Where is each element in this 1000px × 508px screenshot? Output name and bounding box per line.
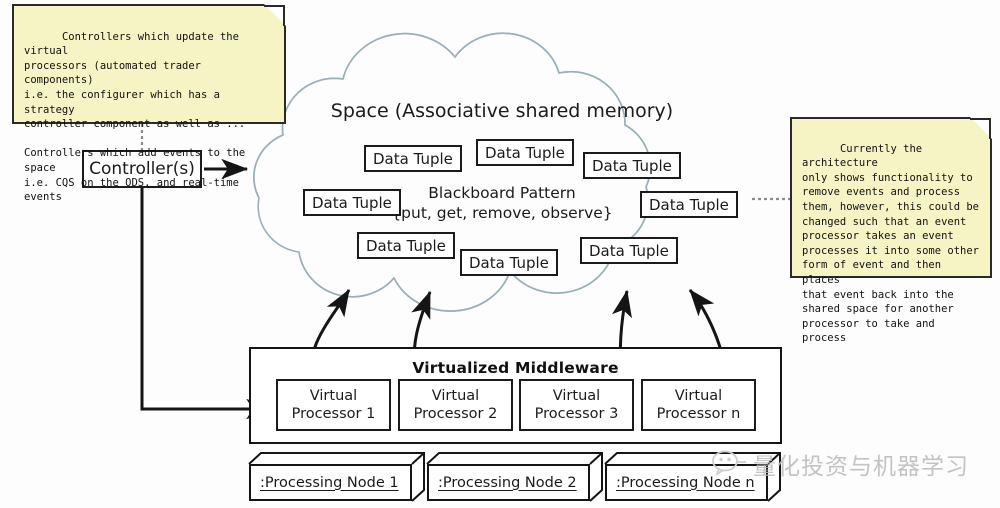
note-left-fold-icon bbox=[264, 4, 286, 26]
diagram-overlay-layer: Controllers which update the virtual pro… bbox=[0, 0, 1000, 508]
wechat-icon bbox=[712, 450, 746, 477]
note-right: Currently the architecture only shows fu… bbox=[790, 117, 992, 344]
note-left: Controllers which update the virtual pro… bbox=[12, 4, 286, 203]
note-right-text: Currently the architecture only shows fu… bbox=[802, 142, 980, 345]
diagram-canvas: Space (Associative shared memory) Blackb… bbox=[0, 0, 1000, 508]
note-right-fold-icon bbox=[970, 117, 992, 139]
watermark: 量化投资与机器学习 bbox=[712, 447, 969, 481]
note-left-text: Controllers which update the virtual pro… bbox=[24, 30, 246, 204]
watermark-text: 量化投资与机器学习 bbox=[753, 454, 969, 480]
